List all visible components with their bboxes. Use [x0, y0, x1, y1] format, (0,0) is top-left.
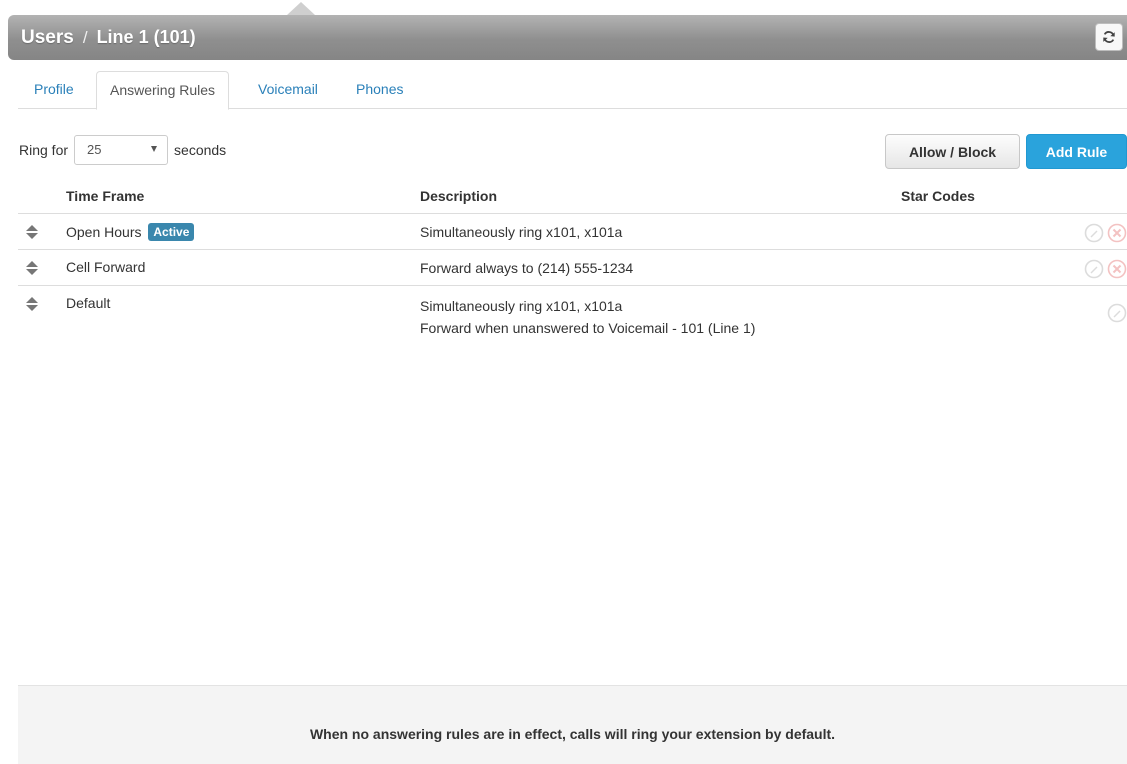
time-frame-label: Open Hours: [66, 224, 142, 240]
edit-icon[interactable]: [1084, 223, 1104, 243]
ring-seconds-value: 25: [87, 142, 102, 157]
allow-block-button[interactable]: Allow / Block: [885, 134, 1020, 169]
refresh-button[interactable]: [1095, 23, 1123, 51]
add-rule-button[interactable]: Add Rule: [1026, 134, 1127, 169]
tab-profile[interactable]: Profile: [34, 71, 74, 109]
seconds-label: seconds: [174, 142, 227, 158]
active-badge: Active: [148, 223, 195, 241]
header-pointer: [287, 2, 315, 15]
drag-sort-icon[interactable]: [26, 297, 38, 313]
breadcrumb-separator: /: [82, 27, 88, 47]
rule-description: Simultaneously ring x101, x101a Forward …: [420, 298, 756, 336]
delete-icon[interactable]: [1107, 223, 1127, 243]
footer-message: When no answering rules are in effect, c…: [309, 725, 836, 742]
page-header: Users / Line 1 (101): [8, 15, 1127, 60]
time-frame-label: Default: [66, 295, 111, 311]
refresh-icon: [1103, 31, 1115, 43]
rule-description: Forward always to (214) 555-1234: [420, 260, 634, 276]
table-row: Cell Forward Forward always to (214) 555…: [18, 249, 1127, 285]
time-frame-label: Cell Forward: [66, 259, 146, 275]
breadcrumb-users[interactable]: Users: [21, 27, 74, 49]
tab-phones[interactable]: Phones: [356, 71, 403, 109]
edit-icon[interactable]: [1107, 303, 1127, 323]
drag-sort-icon[interactable]: [26, 225, 38, 241]
chevron-down-icon: [151, 146, 158, 152]
answering-rules-table: Open Hours Active Simultaneously ring x1…: [18, 213, 1127, 339]
column-header-time-frame: Time Frame: [66, 188, 145, 204]
table-row: Default Simultaneously ring x101, x101a …: [18, 285, 1127, 339]
ring-seconds-select[interactable]: 25: [74, 135, 169, 165]
column-header-star-codes: Star Codes: [901, 188, 975, 204]
column-header-description: Description: [420, 188, 498, 204]
tab-voicemail[interactable]: Voicemail: [258, 71, 318, 109]
ring-for-label: Ring for: [19, 142, 69, 158]
rule-description: Simultaneously ring x101, x101a: [420, 224, 623, 240]
delete-icon[interactable]: [1107, 259, 1127, 279]
default-rule-notice: When no answering rules are in effect, c…: [18, 685, 1127, 764]
edit-icon[interactable]: [1084, 259, 1104, 279]
ring-duration-row: Ring for 25 seconds: [19, 135, 226, 165]
page-title: Line 1 (101): [96, 27, 196, 47]
drag-sort-icon[interactable]: [26, 261, 38, 277]
tab-bar: Profile Answering Rules Voicemail Phones: [18, 71, 1127, 110]
table-row: Open Hours Active Simultaneously ring x1…: [18, 213, 1127, 249]
tab-answering-rules[interactable]: Answering Rules: [96, 71, 230, 110]
